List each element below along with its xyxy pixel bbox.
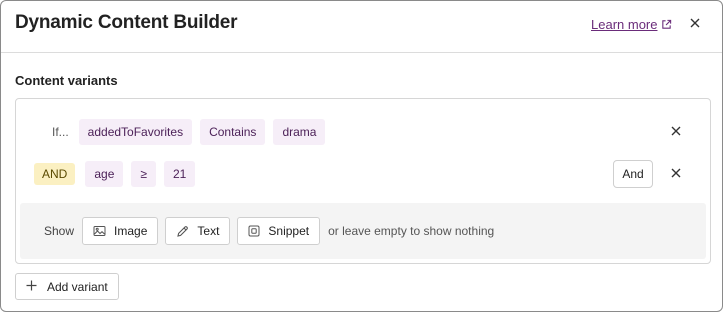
close-icon xyxy=(690,15,700,33)
show-snippet-label: Snippet xyxy=(268,224,310,238)
add-variant-label: Add variant xyxy=(47,279,108,294)
if-label: If... xyxy=(52,125,69,139)
external-link-icon xyxy=(661,19,672,30)
section-title: Content variants xyxy=(15,73,118,88)
condition-field-chip[interactable]: age xyxy=(85,161,124,187)
remove-condition-1-button[interactable] xyxy=(668,124,684,140)
close-icon xyxy=(671,165,681,183)
condition-value-chip[interactable]: 21 xyxy=(163,161,196,187)
and-connector-badge[interactable]: AND xyxy=(34,163,76,185)
dialog-title: Dynamic Content Builder xyxy=(15,12,238,33)
learn-more-label: Learn more xyxy=(591,17,658,32)
learn-more-link[interactable]: Learn more xyxy=(591,17,672,32)
condition-operator-chip[interactable]: Contains xyxy=(200,119,266,145)
close-dialog-button[interactable] xyxy=(685,14,705,34)
close-icon xyxy=(671,123,681,141)
condition-row-1: If... addedToFavorites Contains drama xyxy=(52,119,333,145)
show-text-button[interactable]: Text xyxy=(165,217,231,245)
condition-field-chip[interactable]: addedToFavorites xyxy=(78,119,193,145)
show-image-button[interactable]: Image xyxy=(82,217,159,245)
show-image-label: Image xyxy=(114,224,148,238)
show-label: Show xyxy=(44,224,75,238)
condition-row-2: AND age ≥ 21 xyxy=(34,161,203,187)
add-and-condition-button[interactable]: And xyxy=(613,160,653,188)
variant-card: If... addedToFavorites Contains drama AN… xyxy=(15,98,711,264)
show-text-label: Text xyxy=(197,224,220,238)
condition-value-chip[interactable]: drama xyxy=(273,119,326,145)
snippet-icon xyxy=(248,225,260,237)
plus-icon xyxy=(26,280,37,294)
show-snippet-button[interactable]: Snippet xyxy=(237,217,321,245)
empty-content-note: or leave empty to show nothing xyxy=(328,224,495,238)
add-variant-button[interactable]: Add variant xyxy=(15,273,119,300)
image-icon xyxy=(93,225,106,237)
show-content-panel: Show Image Text Snippet or leave empty t… xyxy=(20,203,706,259)
condition-operator-chip[interactable]: ≥ xyxy=(131,161,156,187)
dynamic-content-builder-dialog: Dynamic Content Builder Learn more Conte… xyxy=(0,0,723,312)
pencil-icon xyxy=(176,225,189,238)
remove-condition-2-button[interactable] xyxy=(668,166,684,182)
dialog-header: Dynamic Content Builder Learn more xyxy=(1,1,722,53)
